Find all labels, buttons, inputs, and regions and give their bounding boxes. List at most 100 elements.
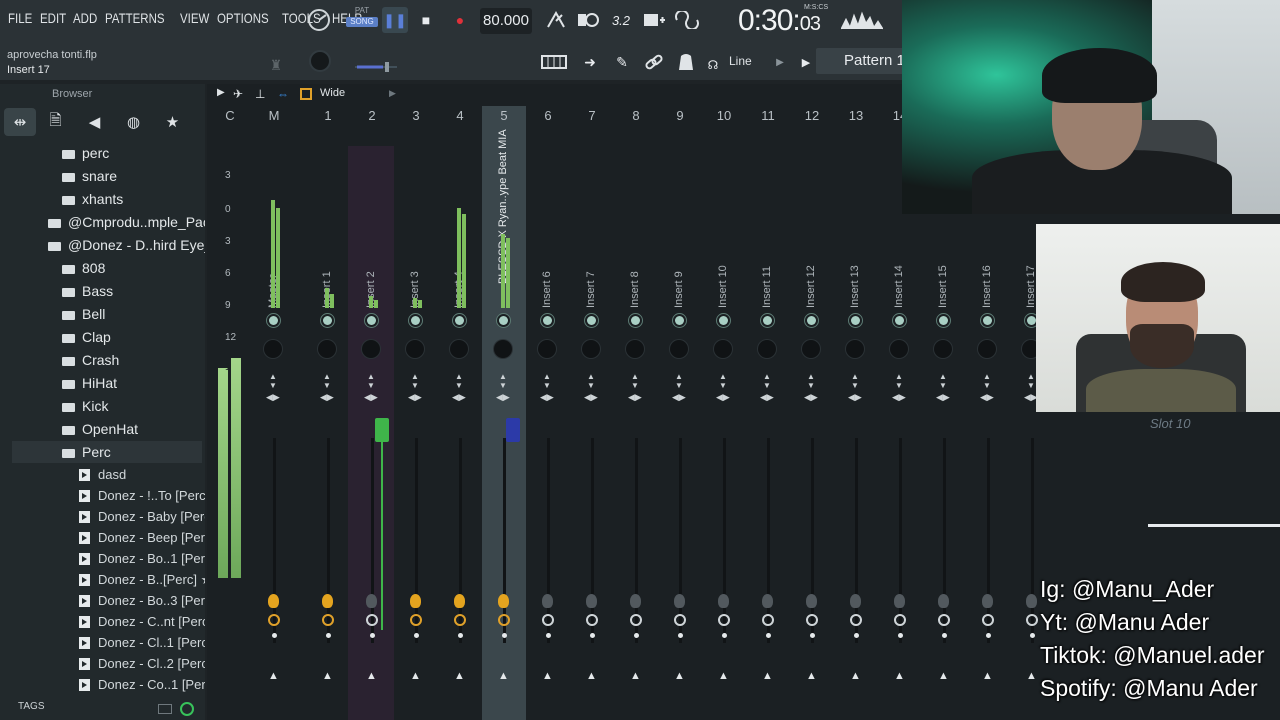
- send-dot-icon[interactable]: [810, 633, 815, 638]
- pan-knob[interactable]: [934, 340, 952, 358]
- stereo-swap-icon[interactable]: ▲ ▼: [411, 372, 419, 390]
- loop-record-icon[interactable]: [674, 7, 700, 33]
- record-arm-icon[interactable]: [718, 614, 730, 626]
- stereo-swap-icon[interactable]: ▲ ▼: [367, 372, 375, 390]
- route-arrow-icon[interactable]: ▲: [322, 670, 333, 682]
- browser-file[interactable]: Donez - Bo..3 [Perc]: [78, 590, 205, 612]
- send-dot-icon[interactable]: [678, 633, 683, 638]
- snap-line-label[interactable]: Line: [729, 54, 752, 68]
- insert-5-fader[interactable]: [506, 418, 520, 442]
- stereo-separation-icon[interactable]: ◀▶: [716, 392, 730, 403]
- stereo-swap-icon[interactable]: ▲ ▼: [543, 372, 551, 390]
- mixer-strip[interactable]: 4Insert 4▲▼◀▶▲: [439, 108, 481, 720]
- browser-file[interactable]: Donez - B..[Perc] ★: [78, 569, 205, 591]
- pan-knob[interactable]: [538, 340, 556, 358]
- pan-knob[interactable]: [890, 340, 908, 358]
- record-arm-icon[interactable]: [674, 614, 686, 626]
- menu-options[interactable]: OPTIONS: [217, 10, 269, 26]
- mixer-view-mode[interactable]: Wide: [320, 87, 345, 99]
- stereo-swap-icon[interactable]: ▲ ▼: [895, 372, 903, 390]
- view-mode-arrow-icon[interactable]: ▶: [389, 88, 396, 99]
- cpu-dial-icon[interactable]: [304, 7, 334, 33]
- route-led-icon[interactable]: [543, 316, 552, 325]
- mixer-menu-icon[interactable]: ▶: [217, 87, 225, 98]
- route-arrow-icon[interactable]: ▲: [454, 670, 465, 682]
- send-dot-icon[interactable]: [590, 633, 595, 638]
- view-mixer-icon[interactable]: ✈: [233, 87, 243, 101]
- record-button[interactable]: ●: [450, 7, 470, 33]
- record-arm-icon[interactable]: [322, 614, 334, 626]
- pan-knob[interactable]: [758, 340, 776, 358]
- record-arm-icon[interactable]: [850, 614, 862, 626]
- stereo-separation-icon[interactable]: ◀▶: [672, 392, 686, 403]
- browser-folder[interactable]: Bass: [62, 280, 113, 302]
- pan-knob[interactable]: [582, 340, 600, 358]
- pan-knob[interactable]: [264, 340, 282, 358]
- stereo-separation-icon[interactable]: ◀▶: [408, 392, 422, 403]
- route-led-icon[interactable]: [411, 316, 420, 325]
- route-arrow-icon[interactable]: ▲: [1026, 670, 1037, 682]
- stereo-swap-icon[interactable]: ▲ ▼: [587, 372, 595, 390]
- headphones-icon[interactable]: ☊: [704, 52, 722, 78]
- pan-knob[interactable]: [362, 340, 380, 358]
- metronome-icon[interactable]: [544, 7, 568, 33]
- record-arm-icon[interactable]: [1026, 614, 1038, 626]
- route-arrow-icon[interactable]: ▲: [366, 670, 377, 682]
- route-arrow-icon[interactable]: ▲: [762, 670, 773, 682]
- master-volume-slider[interactable]: [352, 54, 400, 80]
- browser-file[interactable]: dasd: [78, 464, 126, 486]
- record-arm-icon[interactable]: [894, 614, 906, 626]
- record-arm-icon[interactable]: [366, 614, 378, 626]
- browser-file[interactable]: Donez - Co..1 [Perc]: [78, 674, 205, 694]
- mixer-strip[interactable]: 1Insert 1▲▼◀▶▲: [307, 108, 349, 720]
- mixer-strip[interactable]: 12 Insert 12 ▲ ▼ ◀▶ ▲: [791, 108, 833, 720]
- send-dot-icon[interactable]: [458, 633, 463, 638]
- stereo-swap-icon[interactable]: ▲ ▼: [719, 372, 727, 390]
- wait-record-icon[interactable]: [576, 7, 600, 33]
- menu-add[interactable]: ADD: [73, 10, 97, 26]
- pan-knob[interactable]: [450, 340, 468, 358]
- fx-enable-icon[interactable]: [454, 594, 465, 608]
- stereo-separation-icon[interactable]: ◀▶: [496, 392, 510, 403]
- browser-folder[interactable]: Crash: [62, 349, 119, 371]
- route-arrow-icon[interactable]: ▲: [806, 670, 817, 682]
- route-arrow-icon[interactable]: ▲: [982, 670, 993, 682]
- route-led-icon[interactable]: [851, 316, 860, 325]
- route-led-icon[interactable]: [631, 316, 640, 325]
- browser-file[interactable]: Donez - !..To [Perc]: [78, 485, 205, 507]
- mixer-strip[interactable]: 5 BLESSD X Ryan..ype Beat MIA ▲ ▼ ◀▶ ▲: [483, 108, 525, 720]
- stereo-swap-icon[interactable]: ▲ ▼: [939, 372, 947, 390]
- pan-knob[interactable]: [318, 340, 336, 358]
- tempo-display[interactable]: 80.000: [480, 8, 532, 34]
- route-arrow-icon[interactable]: ▲: [586, 670, 597, 682]
- browser-file[interactable]: Donez - C..nt [Perc]: [78, 611, 205, 633]
- fx-enable-icon[interactable]: [322, 594, 333, 608]
- browser-folder[interactable]: Bell: [62, 303, 105, 325]
- stereo-swap-icon[interactable]: ▲ ▼: [499, 372, 507, 390]
- stereo-separation-icon[interactable]: ◀▶: [584, 392, 598, 403]
- search-icon[interactable]: [180, 702, 194, 716]
- favorites-tab-icon[interactable]: ★: [153, 108, 192, 136]
- fx-enable-icon[interactable]: [894, 594, 905, 608]
- fx-enable-icon[interactable]: [718, 594, 729, 608]
- route-arrow-icon[interactable]: ▲: [542, 670, 553, 682]
- route-led-icon[interactable]: [675, 316, 684, 325]
- send-dot-icon[interactable]: [898, 633, 903, 638]
- browser-folder[interactable]: @Cmprodu..mple_Pack: [48, 211, 205, 233]
- pan-knob[interactable]: [670, 340, 688, 358]
- record-arm-icon[interactable]: [586, 614, 598, 626]
- browser-folder[interactable]: OpenHat: [62, 418, 138, 440]
- route-arrow-icon[interactable]: ▲: [718, 670, 729, 682]
- browser-title[interactable]: Browser: [52, 88, 92, 100]
- route-led-icon[interactable]: [499, 316, 508, 325]
- menu-edit[interactable]: EDIT: [40, 10, 66, 26]
- record-arm-icon[interactable]: [542, 614, 554, 626]
- route-led-icon[interactable]: [455, 316, 464, 325]
- menu-view[interactable]: VIEW: [180, 10, 209, 26]
- selection-box-icon[interactable]: [300, 88, 312, 100]
- stereo-swap-icon[interactable]: ▲ ▼: [1027, 372, 1035, 390]
- record-arm-icon[interactable]: [410, 614, 422, 626]
- mixer-strip[interactable]: MMaster▲▼◀▶▲: [253, 108, 295, 720]
- route-arrow-icon[interactable]: ▲: [850, 670, 861, 682]
- fx-enable-icon[interactable]: [268, 594, 279, 608]
